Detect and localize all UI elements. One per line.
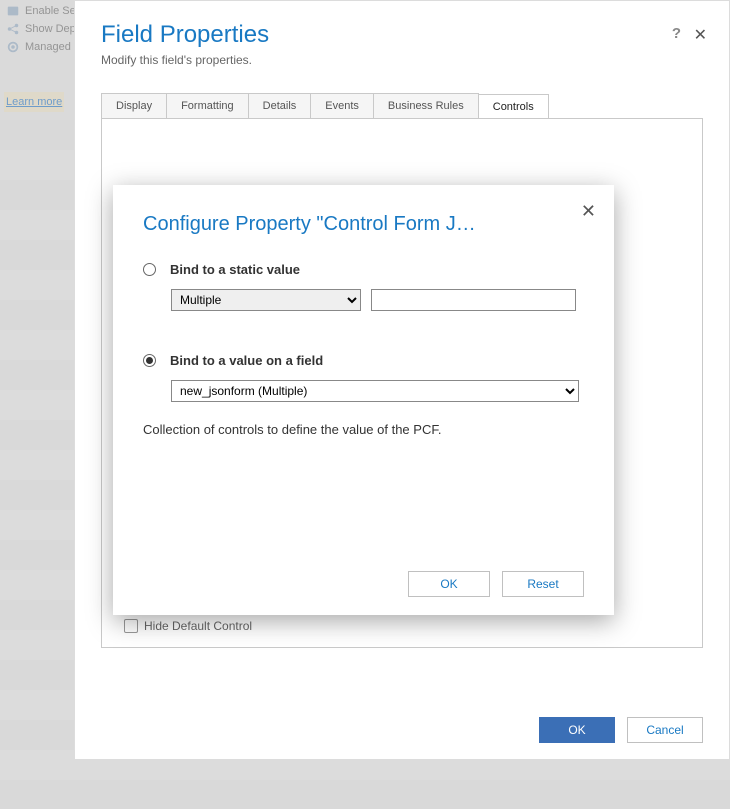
tab-controls[interactable]: Controls — [478, 94, 549, 119]
ok-button[interactable]: OK — [539, 717, 615, 743]
bind-field-radio-row[interactable]: Bind to a value on a field — [143, 353, 584, 368]
learn-more-link[interactable]: Learn more — [4, 92, 64, 112]
bind-field-label: Bind to a value on a field — [170, 353, 323, 368]
static-value-input[interactable] — [371, 289, 576, 311]
close-icon[interactable]: ✕ — [581, 201, 596, 222]
cancel-button[interactable]: Cancel — [627, 717, 703, 743]
radio-unchecked-icon — [143, 263, 156, 276]
managed-label: Managed — [25, 41, 71, 53]
tab-formatting[interactable]: Formatting — [166, 93, 249, 118]
bind-static-label: Bind to a static value — [170, 262, 300, 277]
hide-default-label: Hide Default Control — [144, 619, 252, 633]
property-description: Collection of controls to define the val… — [143, 422, 584, 437]
inner-ok-button[interactable]: OK — [408, 571, 490, 597]
radio-checked-icon — [143, 354, 156, 367]
tab-strip: Display Formatting Details Events Busine… — [101, 93, 729, 118]
dependencies-icon — [6, 22, 20, 36]
field-select[interactable]: new_jsonform (Multiple) — [171, 380, 579, 402]
tab-business-rules[interactable]: Business Rules — [373, 93, 479, 118]
reset-button[interactable]: Reset — [502, 571, 584, 597]
roles-icon — [6, 4, 20, 18]
tab-display[interactable]: Display — [101, 93, 167, 118]
inner-dialog-title: Configure Property "Control Form J… — [143, 213, 543, 236]
dialog-subtitle: Modify this field's properties. — [101, 53, 703, 67]
help-icon[interactable]: ? — [672, 25, 681, 42]
hide-default-control-checkbox[interactable]: Hide Default Control — [124, 619, 252, 633]
checkbox-icon — [124, 619, 138, 633]
gear-icon — [6, 40, 20, 54]
dialog-title: Field Properties — [101, 21, 703, 49]
close-icon[interactable]: ✕ — [694, 25, 707, 45]
static-type-select[interactable]: Multiple — [171, 289, 361, 311]
bind-static-radio-row[interactable]: Bind to a static value — [143, 262, 584, 277]
tab-events[interactable]: Events — [310, 93, 374, 118]
tab-details[interactable]: Details — [248, 93, 312, 118]
configure-property-dialog: ✕ Configure Property "Control Form J… Bi… — [113, 185, 614, 615]
